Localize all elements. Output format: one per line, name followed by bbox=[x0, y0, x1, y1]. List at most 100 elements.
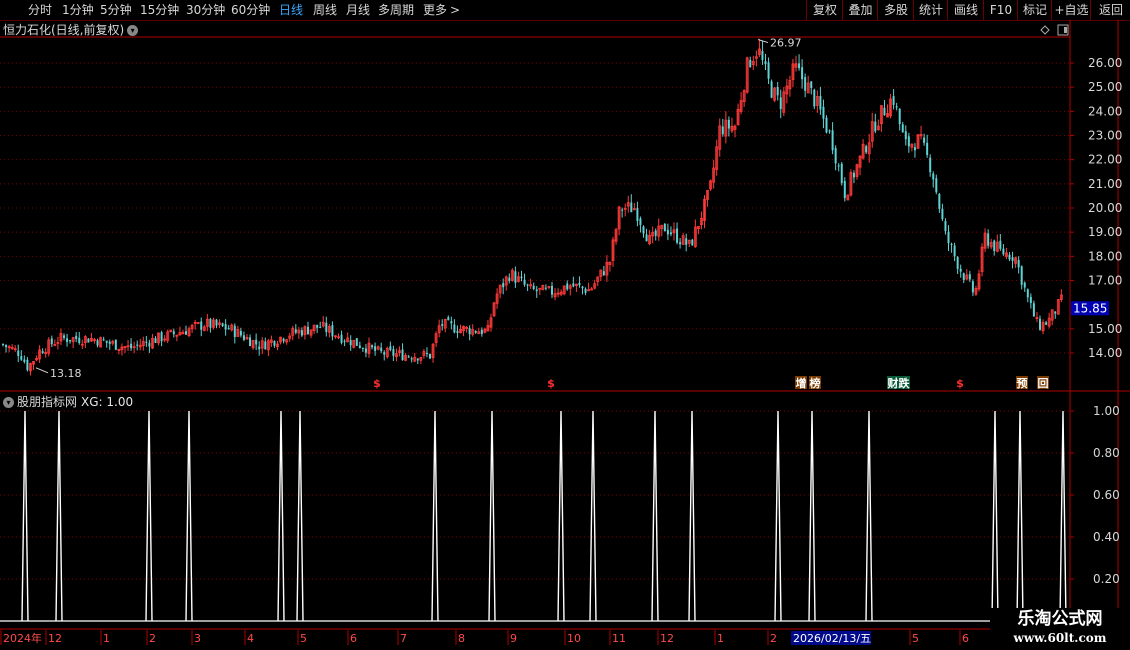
candle-body bbox=[843, 181, 846, 199]
candle-body bbox=[145, 341, 148, 343]
date-label: 12 bbox=[660, 632, 674, 645]
low-marker-line bbox=[35, 367, 49, 374]
candle-body bbox=[926, 142, 929, 155]
candle-body bbox=[221, 323, 224, 327]
candle-body bbox=[383, 352, 386, 355]
price-label: 26.00 bbox=[1088, 56, 1122, 70]
candle-body bbox=[676, 228, 679, 243]
candle-body bbox=[639, 218, 642, 225]
candle-body bbox=[947, 231, 950, 244]
xg-signal-spike bbox=[1016, 410, 1024, 622]
candle-body bbox=[407, 356, 410, 358]
candle-body bbox=[834, 148, 837, 164]
candle-body bbox=[233, 325, 236, 337]
candle-body bbox=[425, 352, 428, 354]
event-mark[interactable]: 财 bbox=[887, 376, 899, 390]
candle-body bbox=[913, 147, 916, 151]
candle-body bbox=[50, 338, 53, 345]
candle-body bbox=[770, 81, 773, 98]
candle-body bbox=[663, 223, 666, 232]
candle-body bbox=[1017, 260, 1020, 268]
candle-body bbox=[209, 318, 212, 328]
candle-body bbox=[892, 96, 895, 105]
candle-body bbox=[96, 340, 99, 346]
candle-body bbox=[810, 81, 813, 88]
candle-body bbox=[136, 344, 139, 346]
event-mark[interactable]: 增 bbox=[796, 376, 807, 390]
candle-body bbox=[200, 321, 203, 330]
xg-signal-spike bbox=[185, 410, 193, 622]
candle-body bbox=[148, 342, 151, 347]
high-label: 26.97 bbox=[770, 37, 802, 50]
candle-body bbox=[75, 335, 78, 340]
candle-body bbox=[1039, 318, 1041, 330]
candle-body bbox=[343, 340, 346, 342]
event-mark[interactable]: 跌 bbox=[899, 376, 911, 390]
date-label: 1 bbox=[717, 632, 724, 645]
diamond-icon[interactable] bbox=[1040, 25, 1050, 35]
candle-body bbox=[66, 338, 69, 342]
candle-body bbox=[160, 332, 163, 342]
candle-body bbox=[331, 325, 334, 337]
candle-body bbox=[26, 359, 29, 371]
kline-chart[interactable]: 26.0025.0024.0023.0022.0021.0020.0019.00… bbox=[0, 0, 1130, 650]
candle-body bbox=[727, 119, 730, 129]
xg-signal-spike bbox=[557, 410, 565, 622]
candle-body bbox=[968, 274, 971, 280]
candle-body bbox=[23, 359, 26, 362]
selected-date-label: 2026/02/13/五 bbox=[793, 632, 871, 645]
date-label: 1 bbox=[103, 632, 110, 645]
candle-body bbox=[941, 208, 944, 220]
candle-body bbox=[840, 163, 843, 184]
candle-body bbox=[410, 358, 413, 360]
date-label: 5 bbox=[300, 632, 307, 645]
candle-body bbox=[1002, 248, 1005, 255]
xg-signal-spike bbox=[991, 410, 999, 622]
candle-body bbox=[944, 221, 947, 232]
candle-body bbox=[895, 106, 898, 108]
candle-body bbox=[544, 287, 547, 289]
candle-body bbox=[828, 130, 831, 132]
candle-body bbox=[1008, 254, 1011, 260]
date-label: 7 bbox=[400, 632, 407, 645]
candle-body bbox=[825, 117, 828, 133]
candle-body bbox=[1020, 266, 1023, 285]
candle-body bbox=[584, 288, 587, 293]
candle-body bbox=[185, 331, 187, 335]
price-label: 17.00 bbox=[1088, 274, 1122, 288]
date-label: 12 bbox=[48, 632, 62, 645]
candle-body bbox=[813, 89, 816, 107]
candle-body bbox=[636, 208, 639, 221]
candle-body bbox=[923, 137, 926, 143]
candle-body bbox=[273, 341, 276, 346]
indicator-label: 0.20 bbox=[1093, 572, 1120, 586]
indicator-label: 1.00 bbox=[1093, 404, 1120, 418]
candle-body bbox=[779, 97, 782, 109]
candle-body bbox=[480, 329, 483, 335]
event-mark[interactable]: 回 bbox=[1038, 376, 1049, 390]
indicator-label: 0.60 bbox=[1093, 488, 1120, 502]
event-mark[interactable]: $ bbox=[373, 377, 381, 390]
date-label: 5 bbox=[912, 632, 919, 645]
event-mark[interactable]: $ bbox=[547, 377, 555, 390]
date-label: 6 bbox=[962, 632, 969, 645]
candle-body bbox=[450, 321, 453, 324]
candle-body bbox=[1029, 296, 1032, 304]
candle-body bbox=[456, 330, 459, 333]
xg-signal-spike bbox=[808, 410, 816, 622]
candle-body bbox=[20, 356, 23, 360]
candle-body bbox=[572, 283, 575, 287]
candle-body bbox=[630, 202, 633, 213]
candle-body bbox=[102, 339, 105, 341]
candle-body bbox=[819, 95, 822, 110]
candle-body bbox=[1026, 289, 1029, 298]
event-mark[interactable]: 预 bbox=[1017, 376, 1028, 390]
candle-body bbox=[358, 345, 361, 348]
date-label: 2024年 bbox=[3, 631, 42, 645]
candle-body bbox=[523, 279, 526, 285]
candle-body bbox=[282, 338, 285, 342]
candle-body bbox=[767, 62, 770, 79]
event-mark[interactable]: $ bbox=[956, 377, 964, 390]
candle-body bbox=[416, 358, 419, 361]
event-mark[interactable]: 榜 bbox=[810, 376, 821, 390]
